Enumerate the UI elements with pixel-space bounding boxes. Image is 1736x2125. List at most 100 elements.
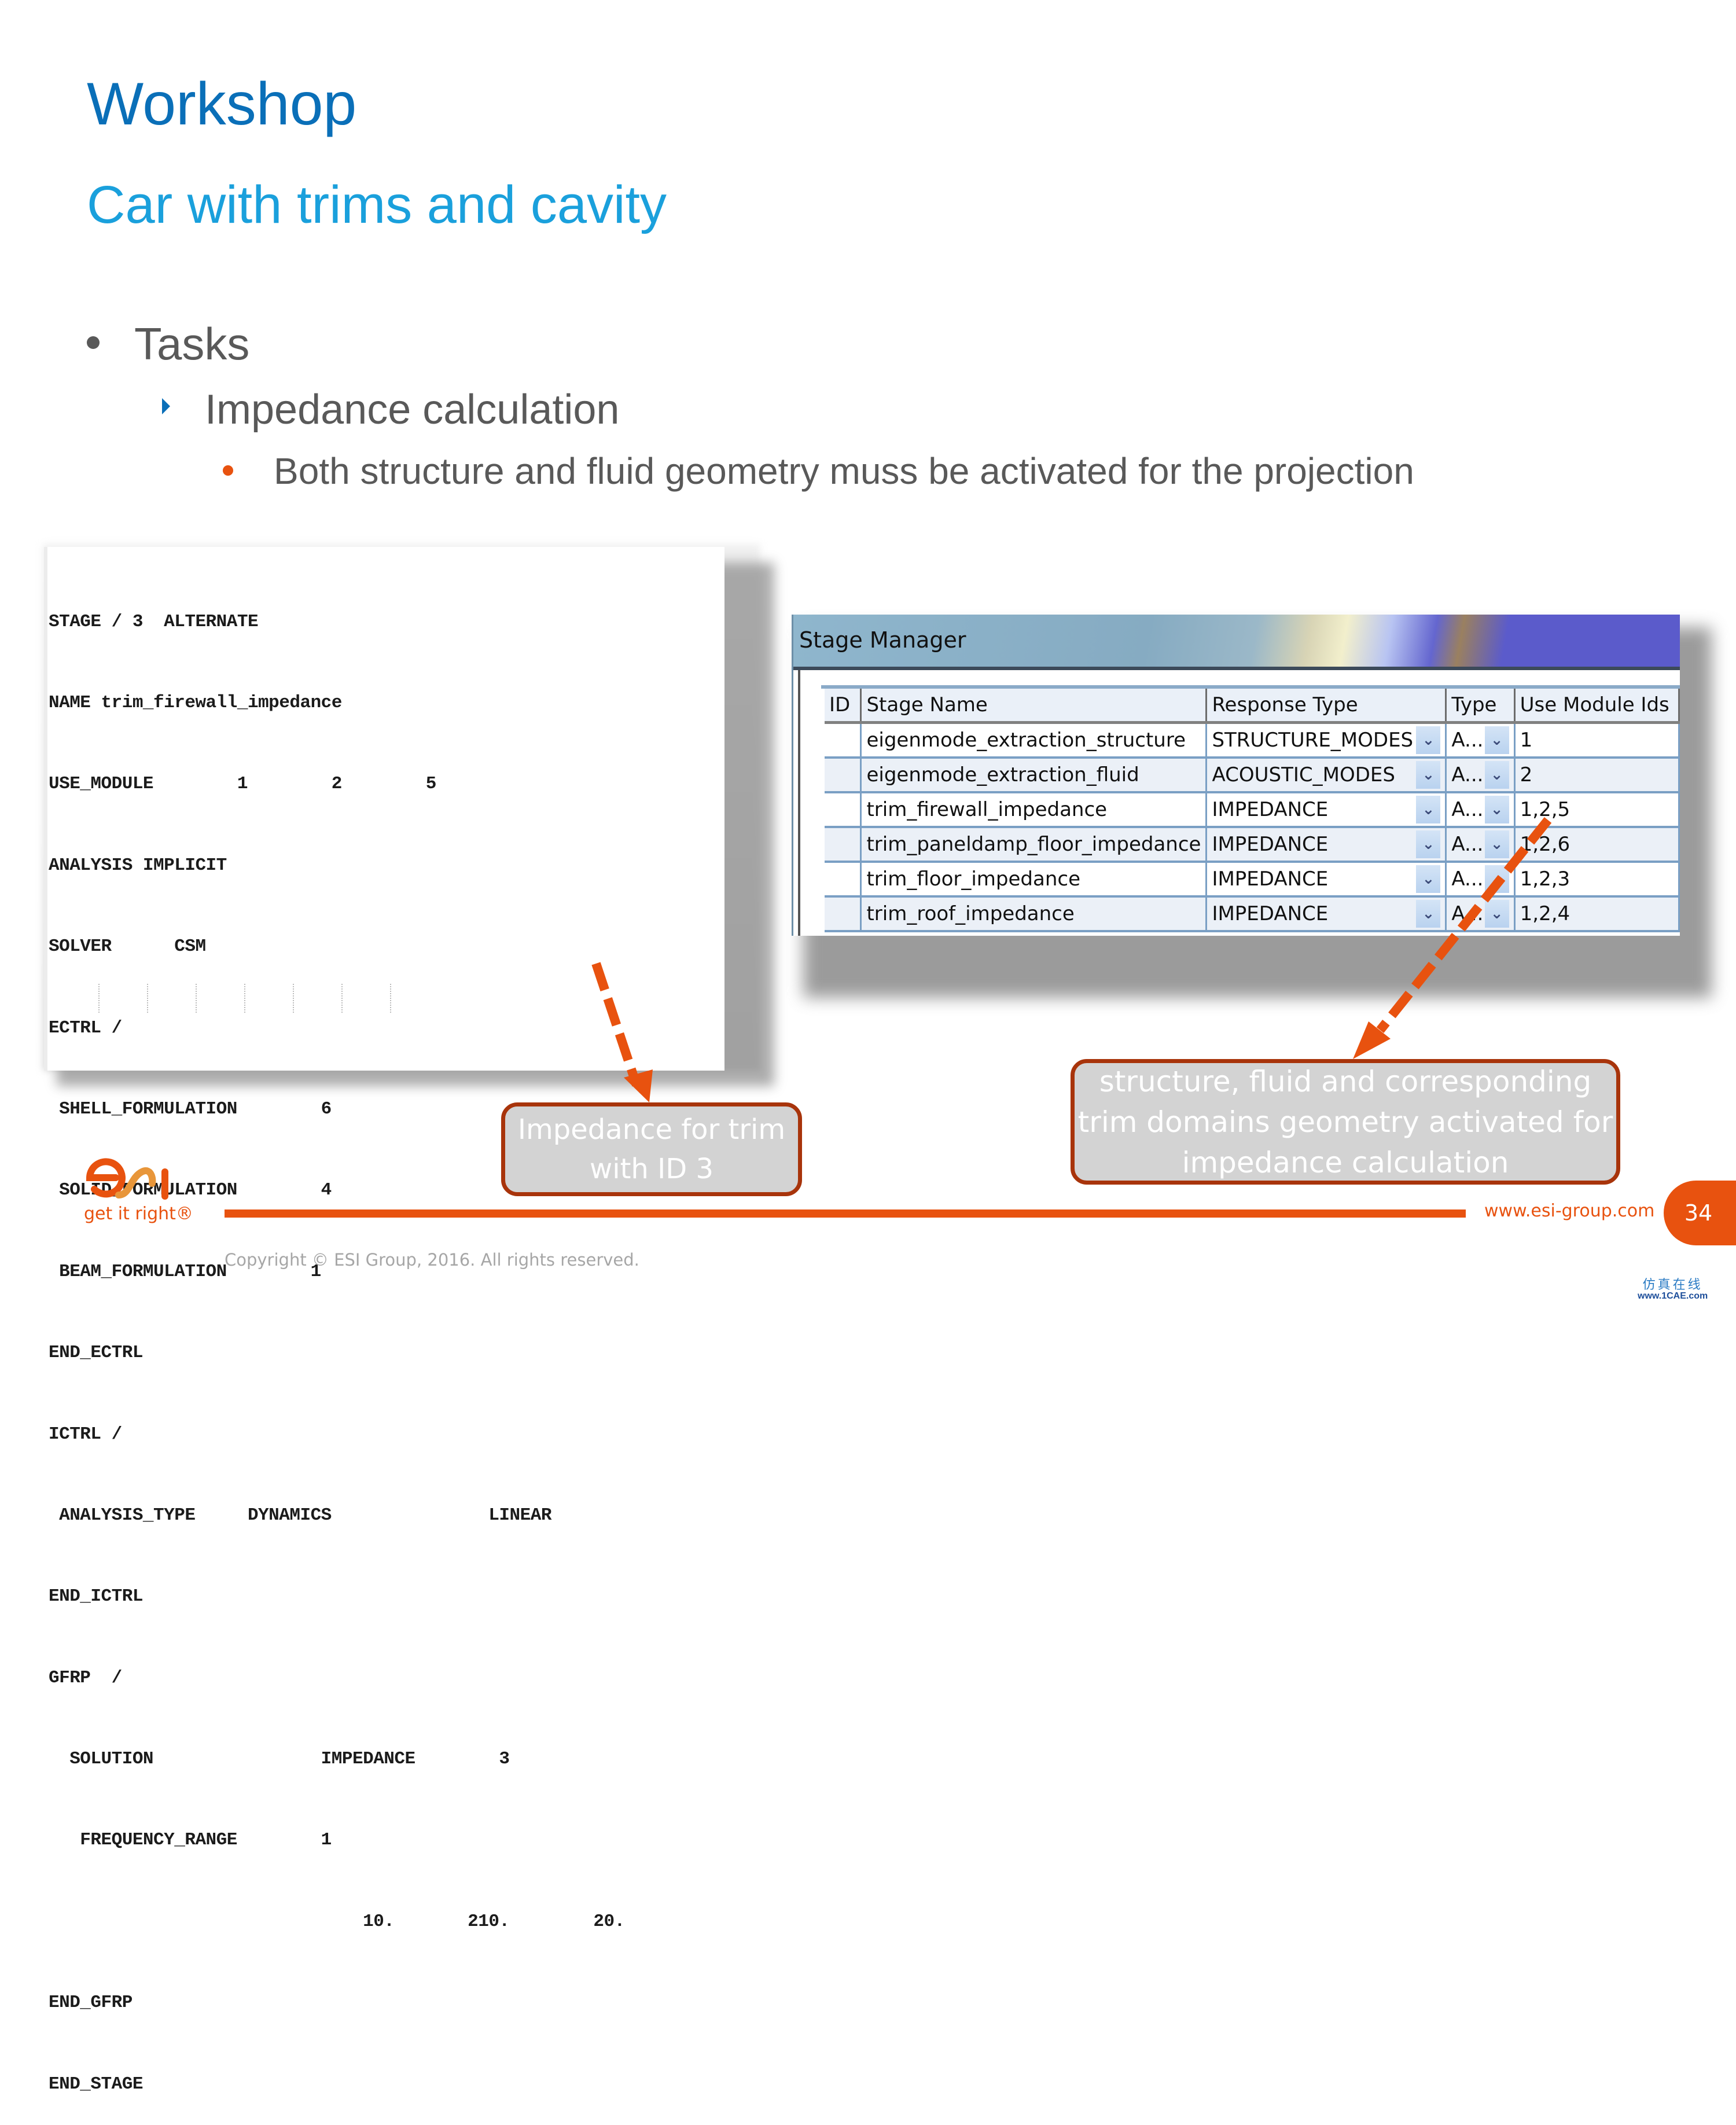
column-guides: [98, 984, 399, 1014]
cell-use-module-ids[interactable]: 1,2,6: [1514, 827, 1680, 863]
column-header-response-type[interactable]: Response Type: [1206, 689, 1447, 724]
cell-response-type[interactable]: STRUCTURE_MODES ⌄: [1206, 722, 1447, 759]
cell-stage-name[interactable]: trim_roof_impedance: [860, 896, 1208, 932]
bullet-level3-text: Both structure and fluid geometry muss b…: [274, 450, 1414, 492]
response-type-value: STRUCTURE_MODES: [1212, 729, 1414, 752]
type-value: A...: [1451, 833, 1484, 856]
cell-response-type[interactable]: IMPEDANCE ⌄: [1206, 862, 1447, 898]
cell-stage-name[interactable]: eigenmode_extraction_fluid: [860, 758, 1208, 793]
copyright-notice: Copyright © ESI Group, 2016. All rights …: [225, 1250, 639, 1270]
logo-tagline: get it right®: [84, 1204, 193, 1224]
column-header-stage-name[interactable]: Stage Name: [860, 689, 1208, 724]
code-line: END_GFRP: [49, 1992, 133, 2013]
chevron-down-icon[interactable]: ⌄: [1484, 900, 1509, 928]
response-type-select[interactable]: ACOUSTIC_MODES ⌄: [1212, 761, 1441, 789]
table-header-row: ID Stage Name Response Type Type Use Mod…: [825, 689, 1680, 724]
response-type-value: IMPEDANCE: [1212, 867, 1329, 891]
chevron-down-icon[interactable]: ⌄: [1416, 726, 1441, 754]
cell-stage-name[interactable]: eigenmode_extraction_structure: [860, 722, 1208, 759]
bullet-level2-text: Impedance calculation: [205, 387, 620, 433]
watermark-text: 仿真在线: [1642, 1278, 1703, 1292]
cell-use-module-ids[interactable]: 1,2,4: [1514, 896, 1680, 932]
cell-use-module-ids[interactable]: 1,2,5: [1514, 792, 1680, 828]
slide-subtitle: Car with trims and cavity: [87, 175, 667, 234]
cell-use-module-ids[interactable]: 1: [1514, 722, 1680, 759]
chevron-down-icon[interactable]: ⌄: [1416, 830, 1441, 858]
code-line: SOLUTION IMPEDANCE 3: [49, 1749, 510, 1770]
code-line: ANALYSIS IMPLICIT: [49, 855, 227, 876]
chevron-down-icon[interactable]: ⌄: [1484, 796, 1509, 823]
table-row[interactable]: trim_firewall_impedance IMPEDANCE ⌄ A... ⌄ 1,…: [825, 792, 1680, 828]
type-value: A...: [1451, 902, 1484, 925]
column-header-use-module-ids[interactable]: Use Module Ids: [1514, 689, 1680, 724]
cell-use-module-ids[interactable]: 1,2,3: [1514, 862, 1680, 898]
cell-type[interactable]: A... ⌄: [1446, 758, 1516, 793]
type-value: A...: [1451, 798, 1484, 821]
table-row[interactable]: trim_floor_impedance IMPEDANCE ⌄ A... ⌄ 1,2,3: [825, 862, 1680, 898]
table-row[interactable]: trim_roof_impedance IMPEDANCE ⌄ A... ⌄ 1,2,4: [825, 896, 1680, 932]
type-select[interactable]: A... ⌄: [1451, 900, 1509, 928]
column-header-id[interactable]: ID: [825, 689, 862, 724]
cell-stage-name[interactable]: trim_floor_impedance: [860, 862, 1208, 898]
bullet-dot-orange-icon: [223, 465, 233, 476]
chevron-down-icon[interactable]: ⌄: [1416, 761, 1441, 789]
response-type-select[interactable]: IMPEDANCE ⌄: [1212, 830, 1441, 858]
cell-stage-name[interactable]: trim_firewall_impedance: [860, 792, 1208, 828]
response-type-select[interactable]: IMPEDANCE ⌄: [1212, 900, 1441, 928]
response-type-select[interactable]: STRUCTURE_MODES ⌄: [1212, 726, 1441, 754]
code-line: ECTRL /: [49, 1017, 122, 1038]
stages-table: ID Stage Name Response Type Type Use Mod…: [825, 689, 1680, 932]
code-line: END_ICTRL: [49, 1586, 143, 1607]
chevron-down-icon[interactable]: ⌄: [1484, 830, 1509, 858]
column-header-type[interactable]: Type: [1446, 689, 1516, 724]
chevron-down-icon[interactable]: ⌄: [1416, 900, 1441, 928]
cell-type[interactable]: A... ⌄: [1446, 827, 1516, 863]
cell-response-type[interactable]: IMPEDANCE ⌄: [1206, 827, 1447, 863]
chevron-down-icon[interactable]: ⌄: [1484, 761, 1509, 789]
esi-logo-icon: [86, 1158, 168, 1200]
type-select[interactable]: A... ⌄: [1451, 865, 1509, 893]
column-guide: [98, 984, 100, 1013]
watermark-url: www.1CAE.com: [1638, 1291, 1708, 1301]
cell-response-type[interactable]: IMPEDANCE ⌄: [1206, 792, 1447, 828]
code-line: FREQUENCY_RANGE 1: [49, 1830, 332, 1851]
cell-response-type[interactable]: ACOUSTIC_MODES ⌄: [1206, 758, 1447, 793]
type-value: A...: [1451, 763, 1484, 786]
code-line: END_ECTRL: [49, 1343, 143, 1363]
type-select[interactable]: A... ⌄: [1451, 761, 1509, 789]
table-row[interactable]: eigenmode_extraction_fluid ACOUSTIC_MODES…: [825, 758, 1680, 793]
type-select[interactable]: A... ⌄: [1451, 796, 1509, 823]
chevron-down-icon[interactable]: ⌄: [1484, 726, 1509, 754]
cell-type[interactable]: A... ⌄: [1446, 862, 1516, 898]
stage-manager-body: ID Stage Name Response Type Type Use Mod…: [798, 670, 1680, 936]
stage-manager-titlebar[interactable]: Stage Manager: [793, 615, 1680, 670]
cell-id: [825, 792, 862, 828]
cell-type[interactable]: A... ⌄: [1446, 792, 1516, 828]
chevron-down-icon[interactable]: ⌄: [1416, 865, 1441, 893]
type-select[interactable]: A... ⌄: [1451, 830, 1509, 858]
cell-response-type[interactable]: IMPEDANCE ⌄: [1206, 896, 1447, 932]
table-row[interactable]: trim_paneldamp_floor_impedance IMPEDANCE ⌄…: [825, 827, 1680, 863]
response-type-select[interactable]: IMPEDANCE ⌄: [1212, 796, 1441, 823]
type-value: A...: [1451, 729, 1484, 752]
cell-type[interactable]: A... ⌄: [1446, 896, 1516, 932]
type-select[interactable]: A... ⌄: [1451, 726, 1509, 754]
cell-use-module-ids[interactable]: 2: [1514, 758, 1680, 793]
column-guide: [390, 984, 391, 1013]
bullet-dot-icon: [87, 336, 100, 350]
stage-manager-window: Stage Manager ID Stage Name Response Typ…: [792, 615, 1680, 936]
cell-id: [825, 758, 862, 793]
code-line: NAME trim_firewall_impedance: [49, 692, 342, 713]
table-row[interactable]: eigenmode_extraction_structure STRUCTURE_…: [825, 722, 1680, 759]
cell-type[interactable]: A... ⌄: [1446, 722, 1516, 759]
column-guide: [341, 984, 343, 1013]
response-type-value: IMPEDANCE: [1212, 902, 1329, 925]
response-type-value: IMPEDANCE: [1212, 833, 1329, 856]
callout-geometry-activated: structure, fluid and corresponding trim …: [1071, 1059, 1620, 1185]
response-type-select[interactable]: IMPEDANCE ⌄: [1212, 865, 1441, 893]
footer-url-link[interactable]: www.esi-group.com: [1484, 1201, 1654, 1221]
code-line: STAGE / 3 ALTERNATE: [49, 611, 259, 632]
chevron-down-icon[interactable]: ⌄: [1484, 865, 1509, 893]
cell-stage-name[interactable]: trim_paneldamp_floor_impedance: [860, 827, 1208, 863]
chevron-down-icon[interactable]: ⌄: [1416, 796, 1441, 823]
